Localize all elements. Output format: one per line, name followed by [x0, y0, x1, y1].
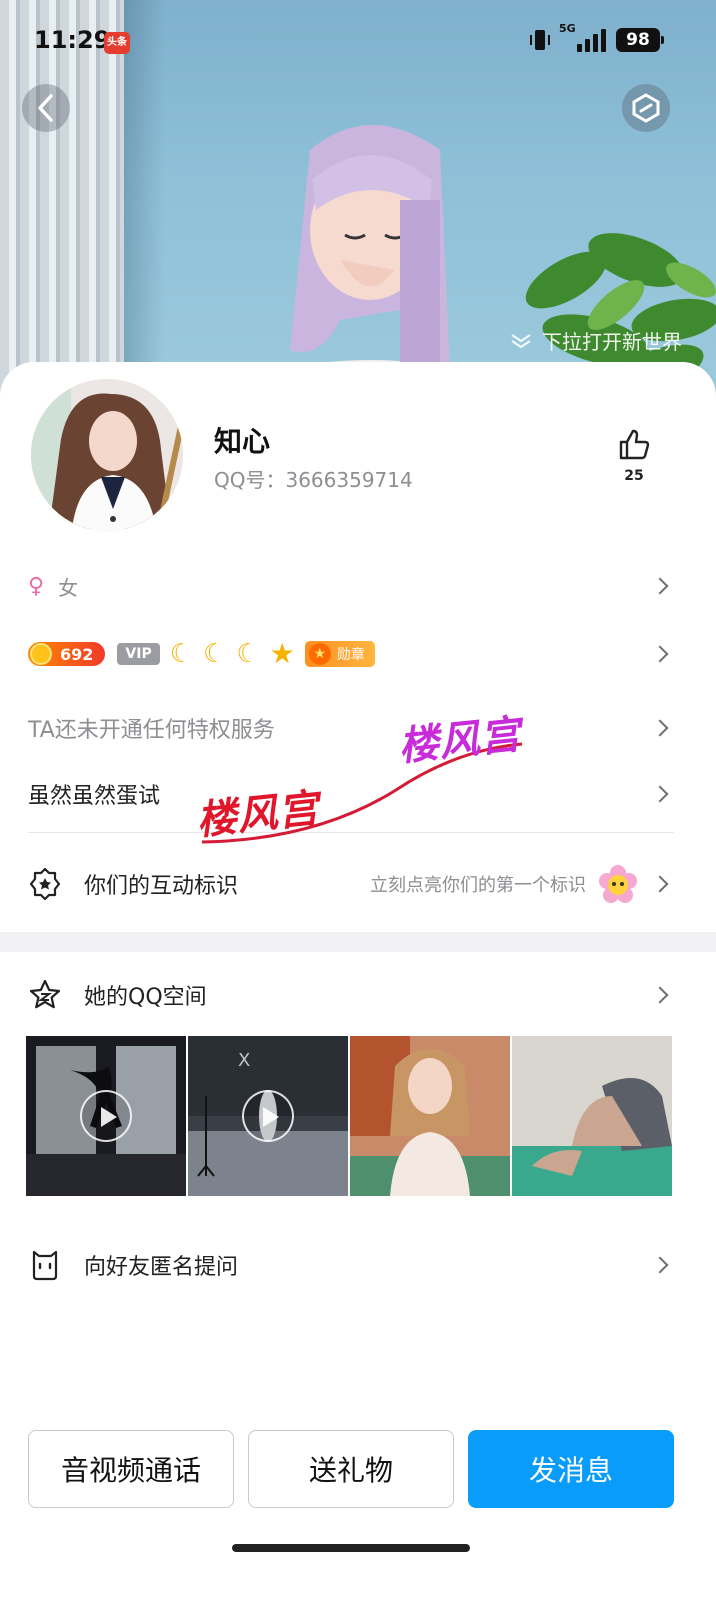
- vibrate-icon: [530, 30, 550, 50]
- battery-icon: 98: [616, 28, 664, 52]
- play-icon: [242, 1090, 294, 1142]
- qq-label: QQ号：: [214, 468, 286, 492]
- coin-icon: [30, 643, 52, 665]
- interaction-badge-row[interactable]: 你们的互动标识 立刻点亮你们的第一个标识: [28, 860, 674, 908]
- back-arrow-icon: [38, 94, 53, 122]
- nickname: 知心: [214, 425, 271, 458]
- status-bar: 11:29 头条 5G 98: [0, 22, 716, 62]
- qq-number-row: QQ号：3666359714: [214, 464, 413, 493]
- badge-star-icon: [29, 867, 61, 901]
- double-chevron-down-icon: [511, 333, 531, 348]
- interaction-hint: 立刻点亮你们的第一个标识: [370, 875, 586, 896]
- qzone-star-icon: [29, 979, 61, 1009]
- pull-down-hint[interactable]: 下拉打开新世界: [510, 326, 682, 355]
- like-button[interactable]: 25: [612, 428, 656, 484]
- gender-text: 女: [58, 575, 79, 600]
- chevron-right-icon: [651, 785, 669, 803]
- chevron-right-icon: [651, 719, 669, 737]
- qq-number: 3666359714: [285, 468, 413, 492]
- chevron-right-icon: [651, 577, 669, 595]
- qzone-label: 她的QQ空间: [84, 985, 207, 1010]
- moon-icon: ☾: [169, 639, 194, 669]
- moon-icon: ☾: [203, 639, 227, 669]
- signature-text: 虽然虽然蛋试: [28, 784, 161, 809]
- flower-icon: [599, 865, 637, 903]
- chevron-right-icon: [651, 986, 669, 1004]
- qzone-thumbnails: X: [26, 1036, 672, 1196]
- avatar-photo: [31, 379, 183, 531]
- qzone-thumbnail-photo[interactable]: [512, 1036, 672, 1196]
- star-icon: ★: [269, 637, 295, 670]
- svg-text:X: X: [238, 1050, 250, 1071]
- video-call-button[interactable]: 音视频通话: [28, 1430, 234, 1508]
- cover-3d-character: [250, 125, 500, 400]
- female-icon: ♀: [28, 573, 45, 599]
- interaction-label: 你们的互动标识: [84, 874, 239, 899]
- send-gift-button[interactable]: 送礼物: [248, 1430, 454, 1508]
- send-message-button[interactable]: 发消息: [468, 1430, 674, 1508]
- chevron-right-icon: [651, 1256, 669, 1274]
- chevron-right-icon: [651, 875, 669, 893]
- pull-hint-text: 下拉打开新世界: [542, 330, 682, 354]
- play-icon: [80, 1090, 132, 1142]
- medal-badge: ★ 勋章: [304, 641, 375, 667]
- moon-icon: ☾: [236, 639, 260, 669]
- qzone-thumbnail-video[interactable]: [26, 1036, 186, 1196]
- anonymous-ask-row[interactable]: 向好友匿名提问: [28, 1244, 674, 1286]
- profile-page: 11:29 头条 5G 98 下拉打开新世界 知心 QQ号：3666359714…: [0, 0, 716, 1600]
- action-bar: 音视频通话 送礼物 发消息: [28, 1430, 674, 1508]
- section-separator: [0, 932, 716, 952]
- profile-cover[interactable]: 11:29 头条 5G 98 下拉打开新世界: [0, 0, 716, 400]
- hexagon-icon: [632, 93, 660, 123]
- toutiao-app-icon: 头条: [104, 32, 130, 54]
- back-button[interactable]: [22, 84, 70, 132]
- profile-card: 知心 QQ号：3666359714 25 ♀ 女 692 VIP ☾ ☾ ☾ ★: [0, 362, 716, 1600]
- qzone-row[interactable]: 她的QQ空间: [28, 974, 674, 1016]
- vip-badge: VIP: [117, 643, 160, 665]
- chevron-right-icon: [651, 645, 669, 663]
- anonymous-ask-label: 向好友匿名提问: [84, 1255, 239, 1280]
- more-button[interactable]: [622, 84, 670, 132]
- signal-icon: 5G: [559, 22, 606, 52]
- level-points-badge: 692: [28, 642, 106, 666]
- gender-row[interactable]: ♀ 女: [28, 566, 674, 606]
- home-indicator[interactable]: [232, 1544, 470, 1552]
- status-time: 11:29: [34, 26, 111, 54]
- avatar[interactable]: [28, 376, 186, 534]
- anonymous-mask-icon: [32, 1250, 58, 1281]
- qzone-thumbnail-photo[interactable]: [350, 1036, 510, 1196]
- qzone-thumbnail-video[interactable]: X: [188, 1036, 348, 1196]
- level-badges-row[interactable]: 692 VIP ☾ ☾ ☾ ★ ★ 勋章: [28, 634, 674, 674]
- thumbs-up-icon: [619, 429, 650, 460]
- medal-star-icon: ★: [308, 643, 331, 665]
- like-count: 25: [624, 468, 644, 484]
- network-type: 5G: [559, 22, 576, 35]
